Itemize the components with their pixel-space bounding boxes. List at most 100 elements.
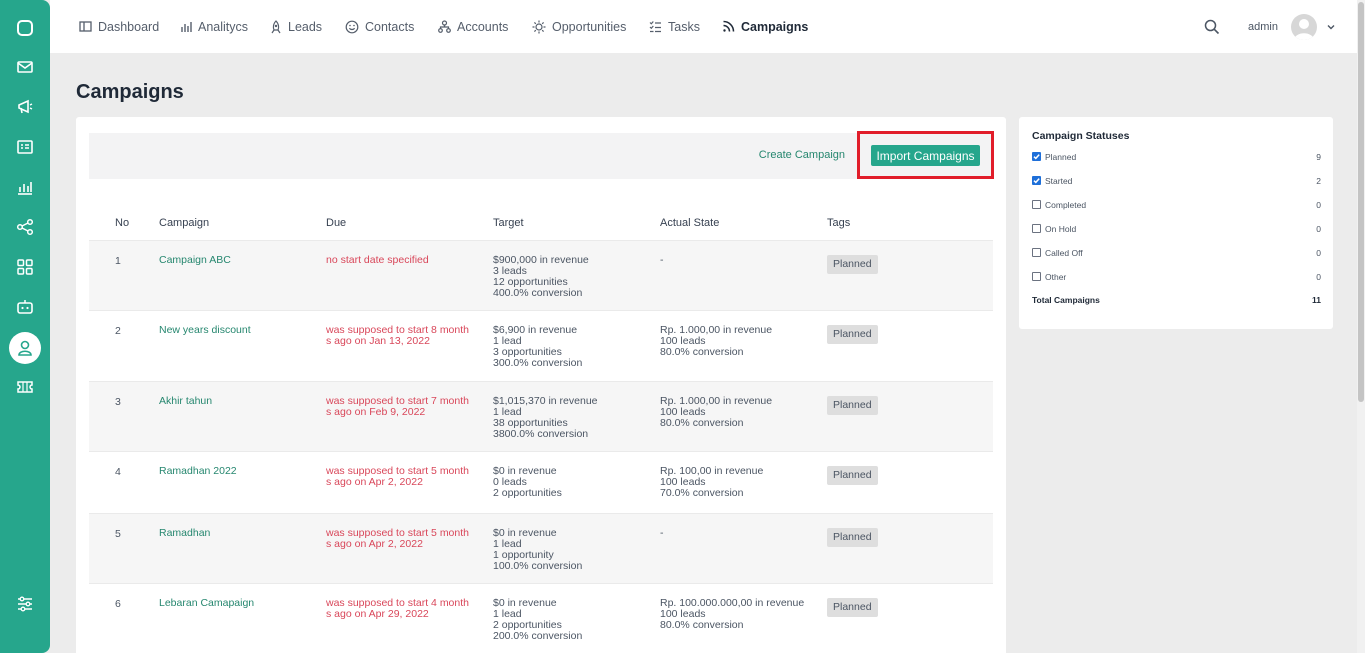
- scrollbar-thumb[interactable]: [1358, 2, 1364, 402]
- id-card-icon[interactable]: [12, 134, 38, 160]
- status-checkbox[interactable]: [1032, 248, 1041, 257]
- status-checkbox[interactable]: [1032, 176, 1041, 185]
- status-label: Other: [1045, 272, 1067, 282]
- campaign-link[interactable]: New years discount: [159, 325, 251, 336]
- checklist-icon: [649, 21, 661, 33]
- create-campaign-link[interactable]: Create Campaign: [759, 149, 845, 161]
- total-label: Total Campaigns: [1032, 295, 1100, 305]
- user-icon[interactable]: [9, 332, 41, 364]
- status-badge: Planned: [827, 528, 878, 547]
- row-number: 4: [115, 466, 121, 478]
- nav-leads[interactable]: Leads: [270, 0, 322, 53]
- status-label: Started: [1045, 176, 1073, 186]
- nav-contacts[interactable]: Contacts: [345, 0, 414, 53]
- status-badge: Planned: [827, 466, 878, 485]
- chevron-down-icon[interactable]: [1326, 22, 1336, 32]
- status-label: Called Off: [1045, 248, 1083, 258]
- share-nodes-icon[interactable]: [12, 214, 38, 240]
- due-status: was supposed to start 8 months ago on Ja…: [326, 324, 469, 347]
- status-badge: Planned: [827, 325, 878, 344]
- status-filter-completed[interactable]: Completed 0: [1032, 199, 1321, 211]
- status-count: 0: [1316, 200, 1321, 210]
- nav-label: Accounts: [457, 19, 509, 34]
- user-menu[interactable]: admin: [1248, 0, 1336, 53]
- due-status: was supposed to start 5 months ago on Ap…: [326, 527, 469, 550]
- status-label: On Hold: [1045, 224, 1077, 234]
- ticket-icon[interactable]: [12, 374, 38, 400]
- actual-state-summary: Rp. 1.000,00 in revenue 100 leads 80.0% co…: [660, 324, 773, 358]
- status-filter-called-off[interactable]: Called Off 0: [1032, 247, 1321, 259]
- actual-state-summary: Rp. 100.000.000,00 in revenue 100 leads 80…: [660, 597, 805, 631]
- status-count: 9: [1316, 152, 1321, 162]
- table-row[interactable]: 5 Ramadhan was supposed to start 5 months …: [89, 513, 993, 583]
- row-number: 6: [115, 598, 121, 610]
- nav-tasks[interactable]: Tasks: [649, 0, 700, 53]
- smile-icon: [345, 20, 359, 33]
- status-badge: Planned: [827, 396, 878, 415]
- nav-label: Opportunities: [552, 19, 627, 34]
- search-button[interactable]: [1204, 0, 1220, 53]
- rss-icon: [723, 20, 735, 32]
- campaign-link[interactable]: Campaign ABC: [159, 255, 231, 266]
- avatar-placeholder-icon: [1293, 18, 1314, 40]
- chat-icon[interactable]: [12, 15, 38, 41]
- nav-label: Leads: [288, 19, 323, 34]
- status-checkbox[interactable]: [1032, 200, 1041, 209]
- column-header-actual-state: Actual State: [660, 217, 720, 229]
- org-chart-icon: [438, 20, 451, 33]
- bar-chart-icon[interactable]: [12, 174, 38, 200]
- total-campaigns-row: Total Campaigns 11: [1032, 295, 1321, 305]
- nav-label: Dashboard: [98, 19, 160, 34]
- table-row[interactable]: 6 Lebaran Camapaign was supposed to start …: [89, 583, 993, 653]
- table-row[interactable]: 3 Akhir tahun was supposed to start 7 mont…: [89, 381, 993, 451]
- nav-opportunities[interactable]: Opportunities: [532, 0, 626, 53]
- status-checkbox[interactable]: [1032, 152, 1041, 161]
- grid-icon[interactable]: [12, 254, 38, 280]
- avatar[interactable]: [1290, 13, 1317, 40]
- megaphone-icon[interactable]: [12, 94, 38, 120]
- mail-icon[interactable]: [12, 54, 38, 80]
- page-scrollbar[interactable]: [1357, 0, 1365, 653]
- target-summary: $6,900 in revenue 1 lead 3 opportunities 30…: [493, 324, 583, 369]
- campaign-link[interactable]: Lebaran Camapaign: [159, 598, 254, 609]
- column-header-no: No: [115, 217, 130, 229]
- column-header-tags: Tags: [827, 217, 851, 229]
- robot-icon[interactable]: [12, 294, 38, 320]
- campaign-link[interactable]: Akhir tahun: [159, 396, 212, 407]
- nav-label: Analitycs: [198, 19, 249, 34]
- table-row[interactable]: 1 Campaign ABC no start date specified $900…: [89, 240, 993, 310]
- row-number: 1: [115, 255, 121, 267]
- status-checkbox[interactable]: [1032, 224, 1041, 233]
- sliders-icon[interactable]: [12, 591, 38, 617]
- status-badge: Planned: [827, 598, 878, 617]
- row-number: 3: [115, 396, 121, 408]
- status-filter-planned[interactable]: Planned 9: [1032, 151, 1321, 163]
- status-checkbox[interactable]: [1032, 272, 1041, 281]
- status-filter-on-hold[interactable]: On Hold 0: [1032, 223, 1321, 235]
- nav-label: Tasks: [668, 19, 700, 34]
- sun-icon: [532, 20, 546, 33]
- nav-analytics[interactable]: Analitycs: [181, 0, 248, 53]
- status-filter-other[interactable]: Other 0: [1032, 271, 1321, 283]
- table-row[interactable]: 4 Ramadhan 2022 was supposed to start 5 mo…: [89, 451, 993, 513]
- status-filter-started[interactable]: Started 2: [1032, 175, 1321, 187]
- campaign-link[interactable]: Ramadhan 2022: [159, 466, 237, 477]
- target-summary: $0 in revenue 1 lead 1 opportunity 100.0% c…: [493, 527, 583, 572]
- campaign-link[interactable]: Ramadhan: [159, 528, 210, 539]
- user-name: admin: [1248, 20, 1278, 33]
- nav-accounts[interactable]: Accounts: [438, 0, 508, 53]
- import-campaigns-button[interactable]: Import Campaigns: [871, 145, 980, 166]
- actual-state-summary: -: [660, 527, 664, 539]
- campaign-statuses-panel: Campaign Statuses Planned 9 Started 2 Comple…: [1019, 117, 1333, 329]
- layout-icon: [79, 21, 92, 32]
- nav-dashboard[interactable]: Dashboard: [79, 0, 159, 53]
- due-status: was supposed to start 7 months ago on Fe…: [326, 395, 469, 418]
- sidebar: [0, 0, 50, 653]
- row-number: 2: [115, 325, 121, 337]
- due-status: was supposed to start 5 months ago on Ap…: [326, 465, 469, 488]
- nav-campaigns[interactable]: Campaigns: [722, 0, 808, 53]
- status-count: 2: [1316, 176, 1321, 186]
- actual-state-summary: -: [660, 254, 664, 266]
- table-row[interactable]: 2 New years discount was supposed to start…: [89, 310, 993, 381]
- column-header-due: Due: [326, 217, 347, 229]
